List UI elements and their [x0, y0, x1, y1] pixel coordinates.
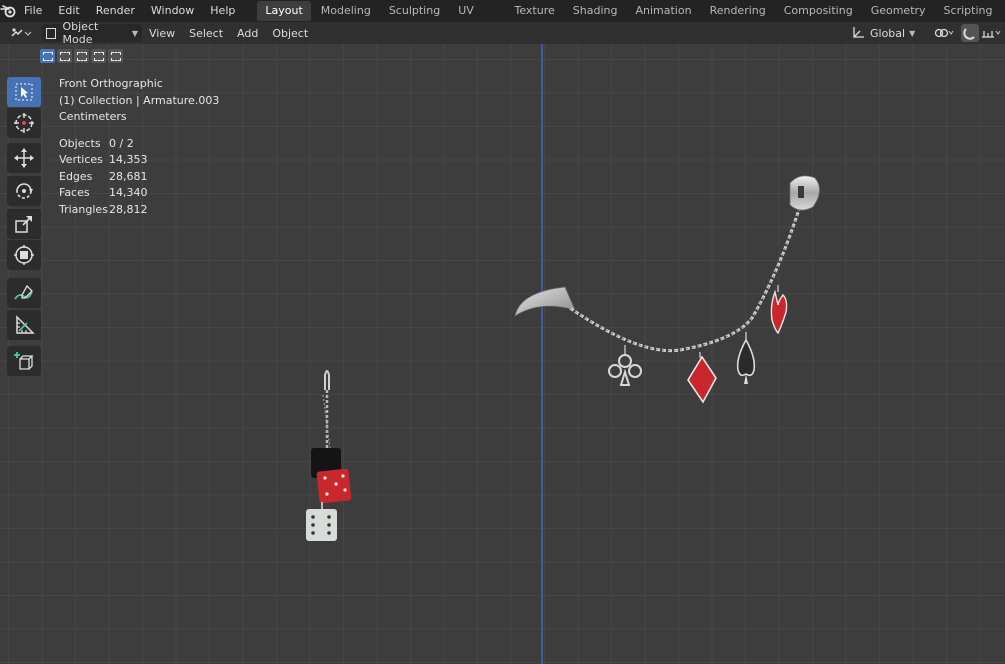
- dice-earring-mesh[interactable]: [306, 370, 352, 541]
- menu-edit[interactable]: Edit: [50, 0, 87, 22]
- pivot-point-button[interactable]: [931, 24, 957, 42]
- transform-orientation-dropdown[interactable]: Global ▼: [847, 24, 925, 42]
- chevron-down-icon: ▼: [131, 28, 138, 38]
- blender-logo-icon[interactable]: [0, 0, 16, 22]
- menu-file[interactable]: File: [16, 0, 50, 22]
- mode-dropdown-label: Object Mode: [62, 20, 99, 46]
- tab-modeling[interactable]: Modeling: [313, 1, 379, 21]
- snap-increment-icon: [982, 30, 1001, 38]
- tab-rendering[interactable]: Rendering: [702, 1, 774, 21]
- tab-uv-editing[interactable]: UV Editing: [450, 1, 504, 37]
- link-icon: [934, 28, 954, 38]
- menu-help[interactable]: Help: [202, 0, 243, 22]
- tab-compositing[interactable]: Compositing: [776, 1, 861, 21]
- spade-charm: [736, 332, 756, 384]
- menu-render[interactable]: Render: [88, 0, 143, 22]
- tab-sculpting[interactable]: Sculpting: [381, 1, 448, 21]
- tab-texture-paint[interactable]: Texture Paint: [507, 1, 563, 37]
- editor-type-icon: [11, 28, 32, 37]
- viewport-header: Object Mode ▼ View Select Add Object Glo…: [0, 20, 1005, 46]
- ear-cuff-chain-mesh[interactable]: [514, 175, 820, 404]
- scene-objects: [306, 175, 820, 541]
- snap-toggle-button[interactable]: [961, 24, 979, 42]
- top-bar: File Edit Render Window Help Layout Mode…: [0, 0, 1005, 37]
- tab-shading[interactable]: Shading: [565, 1, 626, 21]
- menu-add[interactable]: Add: [230, 27, 265, 40]
- chevron-down-icon: ▼: [909, 28, 916, 38]
- magnet-icon: [963, 28, 975, 40]
- snap-target-button[interactable]: [979, 24, 1005, 42]
- object-mode-icon: [46, 27, 57, 39]
- orientation-icon: [853, 27, 864, 38]
- tab-animation[interactable]: Animation: [627, 1, 699, 21]
- tab-scripting[interactable]: Scripting: [936, 1, 1001, 21]
- workspace-tabs: Layout Modeling Sculpting UV Editing Tex…: [257, 0, 1005, 37]
- mode-dropdown[interactable]: Object Mode ▼: [42, 20, 142, 46]
- club-charm: [608, 345, 642, 386]
- heart-charm: [770, 285, 788, 335]
- orientation-label: Global: [870, 26, 906, 40]
- header-right-group: Global ▼: [847, 24, 1005, 42]
- tab-geometry-nodes[interactable]: Geometry Nodes: [863, 1, 934, 37]
- menu-view[interactable]: View: [142, 27, 182, 40]
- menu-window[interactable]: Window: [143, 0, 202, 22]
- editor-type-button[interactable]: [6, 24, 36, 42]
- menu-object[interactable]: Object: [265, 27, 315, 40]
- diamond-charm: [687, 352, 717, 404]
- tab-layout[interactable]: Layout: [257, 1, 311, 21]
- menu-select[interactable]: Select: [182, 27, 230, 40]
